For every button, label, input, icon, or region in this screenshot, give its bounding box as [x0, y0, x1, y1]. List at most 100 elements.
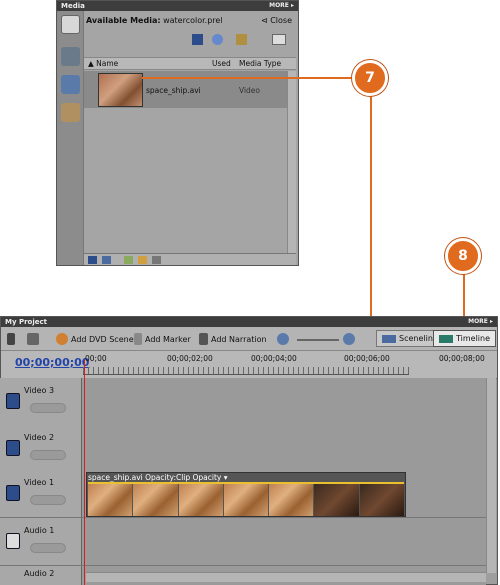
- zoom-in-button[interactable]: [343, 333, 355, 345]
- clip-frame: [223, 484, 269, 516]
- item-media-type: Video: [239, 86, 261, 95]
- video-filter-icon[interactable]: [192, 34, 203, 45]
- dvd-icon: [56, 333, 68, 345]
- marker-icon: [134, 333, 142, 345]
- callout-7: 7: [352, 60, 388, 96]
- callout-7-leader: [142, 77, 358, 79]
- ruler-tick-label: 00;00;04;00: [251, 354, 297, 363]
- used-column[interactable]: Used: [212, 59, 231, 68]
- media-panel-header: Media MORE ▸: [57, 1, 298, 11]
- video-track-icon[interactable]: [6, 440, 20, 456]
- more-menu-button[interactable]: MORE ▸: [468, 318, 493, 325]
- keyframe-controls[interactable]: [30, 543, 66, 553]
- icon-view-icon[interactable]: [102, 256, 111, 264]
- titles-icon[interactable]: [61, 103, 80, 122]
- ruler-ticks: [83, 367, 409, 375]
- clip-thumbnail: [98, 73, 143, 107]
- panel-title: My Project: [5, 318, 47, 326]
- add-narration-button[interactable]: Add Narration: [199, 333, 267, 345]
- selection-tool[interactable]: [7, 333, 15, 345]
- trash-icon[interactable]: [152, 256, 161, 264]
- track-header: Video 2: [0, 425, 82, 474]
- clip-frame: [359, 484, 404, 516]
- track-name: Video 3: [24, 386, 55, 395]
- track-header: Video 1: [0, 470, 82, 517]
- clip-frames: [88, 484, 404, 516]
- item-name: space_ship.avi: [146, 86, 201, 95]
- arrow-icon: [7, 333, 15, 345]
- vertical-scrollbar[interactable]: [287, 71, 296, 264]
- keyframe-controls[interactable]: [30, 495, 66, 505]
- clip-frame: [88, 484, 133, 516]
- project-panel-header: My Project MORE ▸: [1, 317, 497, 327]
- list-view-icon[interactable]: [88, 256, 97, 264]
- zoom-out-icon: [277, 333, 289, 345]
- video-clip[interactable]: space_ship.avi Opacity:Clip Opacity ▾: [86, 472, 406, 517]
- time-ruler[interactable]: 00;00;00;00 00;00 00;00;02;00 00;00;04;0…: [1, 351, 497, 379]
- track-name: Video 2: [24, 433, 55, 442]
- video-track-icon[interactable]: [6, 485, 20, 501]
- available-media-label: Available Media: watercolor.prel: [86, 16, 223, 25]
- new-item-icon[interactable]: [272, 34, 286, 45]
- media-panel: Media MORE ▸ Available Media: watercolor…: [56, 0, 299, 266]
- timeline-icon: [439, 334, 453, 343]
- track-header: Audio 2: [0, 566, 82, 585]
- ruler-tick-label: 00;00;06;00: [344, 354, 390, 363]
- project-icon[interactable]: [61, 47, 80, 66]
- image-filter-icon[interactable]: [236, 34, 247, 45]
- zoom-in-icon: [343, 333, 355, 345]
- track-audio-1: Audio 1: [0, 518, 486, 566]
- audio-filter-icon[interactable]: [212, 34, 223, 45]
- clip-frame: [269, 484, 314, 516]
- timeline-vertical-scrollbar[interactable]: [486, 378, 496, 573]
- effects-icon[interactable]: [61, 75, 80, 94]
- track-header: Audio 1: [0, 518, 82, 565]
- media-type-column[interactable]: Media Type: [239, 59, 281, 68]
- track-video-3: Video 3: [0, 378, 486, 428]
- video-track-icon[interactable]: [6, 393, 20, 409]
- media-bottom-bar: [84, 253, 296, 265]
- track-body[interactable]: [82, 518, 486, 565]
- ruler-tick-label: 00;00: [85, 354, 107, 363]
- clip-frame: [314, 484, 359, 516]
- track-name: Audio 1: [24, 526, 55, 535]
- ruler-tick-label: 00;00;02;00: [167, 354, 213, 363]
- zoom-out-button[interactable]: [277, 333, 289, 345]
- keyframe-controls[interactable]: [30, 450, 66, 460]
- ruler-tick-label: 00;00;08;00: [439, 354, 485, 363]
- project-toolbar: Add DVD Scene Add Marker Add Narration S…: [1, 327, 497, 351]
- media-column-header: ▲ Name Used Media Type: [84, 57, 296, 70]
- sceneline-icon: [382, 334, 396, 343]
- time-stretch-tool[interactable]: [27, 333, 39, 345]
- folder-icon[interactable]: [138, 256, 147, 264]
- stretch-icon: [27, 333, 39, 345]
- track-header: Video 3: [0, 378, 82, 427]
- timeline-horizontal-scrollbar[interactable]: [86, 572, 486, 582]
- current-timecode[interactable]: 00;00;00;00: [15, 356, 89, 369]
- track-body[interactable]: [82, 425, 486, 474]
- track-body[interactable]: [82, 378, 486, 427]
- add-dvd-scene-button[interactable]: Add DVD Scene: [56, 333, 134, 345]
- media-sidebar: [57, 11, 84, 265]
- new-folder-icon[interactable]: [124, 256, 133, 264]
- film-reel-icon[interactable]: [61, 15, 80, 34]
- speaker-icon[interactable]: [6, 533, 20, 549]
- clip-label: space_ship.avi Opacity:Clip Opacity ▾: [88, 473, 228, 482]
- panel-title: Media: [61, 2, 85, 10]
- clip-frame: [178, 484, 223, 516]
- microphone-icon: [199, 333, 208, 345]
- zoom-slider[interactable]: [297, 339, 339, 341]
- track-name: Video 1: [24, 478, 55, 487]
- close-button[interactable]: ⊲ Close: [261, 16, 292, 25]
- track-name: Audio 2: [24, 569, 55, 578]
- keyframe-controls[interactable]: [30, 403, 66, 413]
- add-marker-button[interactable]: Add Marker: [134, 333, 191, 345]
- playhead[interactable]: [84, 360, 85, 585]
- more-menu-button[interactable]: MORE ▸: [269, 2, 294, 9]
- track-video-2: Video 2: [0, 425, 486, 475]
- timeline-button[interactable]: Timeline: [433, 330, 497, 347]
- callout-8: 8: [445, 238, 481, 274]
- media-content: Available Media: watercolor.prel ⊲ Close…: [84, 11, 298, 265]
- name-column[interactable]: ▲ Name: [88, 59, 118, 68]
- clip-frame: [133, 484, 178, 516]
